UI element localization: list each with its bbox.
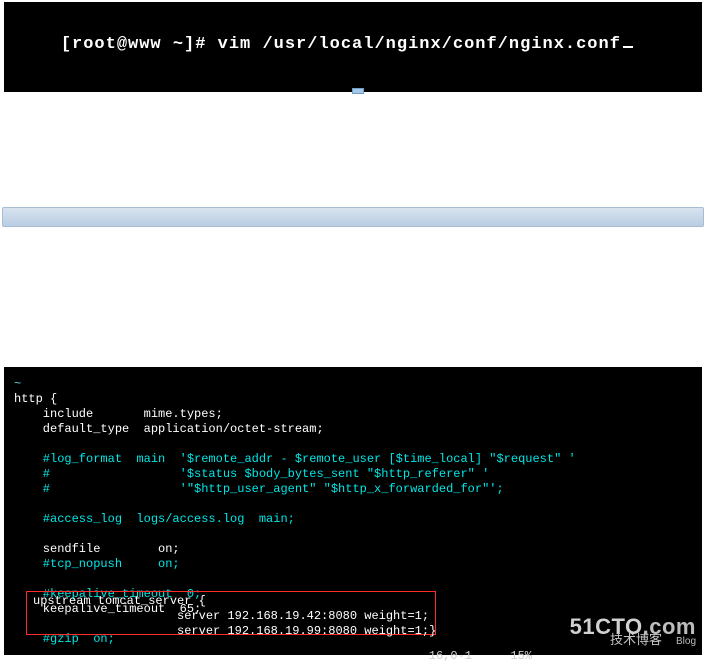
resize-handle-icon[interactable] — [352, 88, 364, 94]
terminal-top: [root@www ~]# vim /usr/local/nginx/conf/… — [4, 2, 702, 92]
terminal-vim[interactable]: ~ http { include mime.types; default_typ… — [4, 367, 702, 655]
line-default-type: default_type application/octet-stream; — [14, 422, 324, 436]
line-http-open: http { — [14, 392, 57, 406]
spacer — [0, 227, 706, 367]
line-logformat-1: #log_format main '$remote_addr - $remote… — [14, 452, 576, 466]
line-sendfile: sendfile on; — [14, 542, 180, 556]
line-logformat-2: # '$status $body_bytes_sent "$http_refer… — [14, 467, 489, 481]
shell-prompt: [root@www ~]# — [61, 35, 218, 54]
highlight-box: upstream tomcat_server { server 192.168.… — [26, 591, 436, 635]
vim-position: 16,0-1 — [429, 649, 472, 664]
watermark: 51CTO.com 技术博客Blog — [570, 619, 696, 649]
line-tilde: ~ — [14, 377, 21, 391]
cursor-icon — [623, 46, 633, 48]
line-tcp-nopush: #tcp_nopush on; — [14, 557, 180, 571]
separator-bar — [2, 207, 704, 227]
line-include: include mime.types; — [14, 407, 223, 421]
line-server-1: server 192.168.19.42:8080 weight=1; — [33, 609, 429, 623]
vim-percent: 15% — [510, 649, 532, 664]
spacer — [0, 92, 706, 207]
line-logformat-3: # '"$http_user_agent" "$http_x_forwarded… — [14, 482, 504, 496]
line-upstream-open: upstream tomcat_server { — [33, 594, 206, 608]
shell-prompt-line[interactable]: [root@www ~]# vim /usr/local/nginx/conf/… — [16, 16, 690, 73]
line-access-log: #access_log logs/access.log main; — [14, 512, 295, 526]
line-server-2: server 192.168.19.99:8080 weight=1;} — [33, 624, 436, 638]
upstream-block: upstream tomcat_server { server 192.168.… — [33, 594, 429, 639]
shell-command: vim /usr/local/nginx/conf/nginx.conf — [218, 35, 621, 54]
